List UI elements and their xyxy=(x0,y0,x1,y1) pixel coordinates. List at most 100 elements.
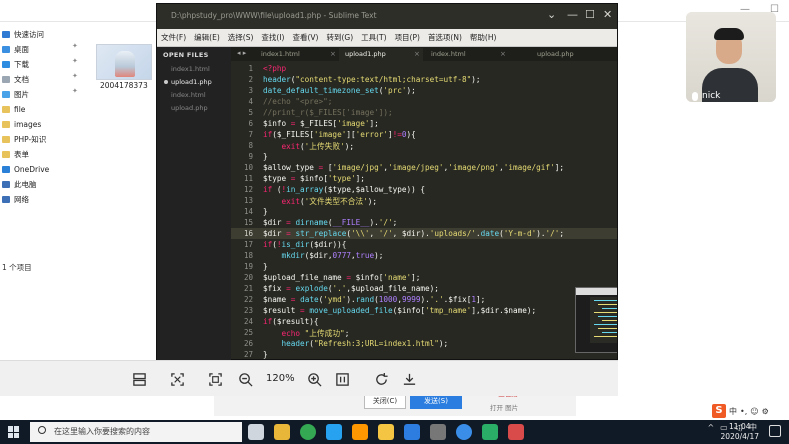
taskbar-app-app-icon[interactable] xyxy=(508,424,524,440)
nav-item[interactable]: 表单 xyxy=(2,147,29,161)
nav-item[interactable]: OneDrive xyxy=(2,162,49,176)
taskbar-app-sublime-icon[interactable] xyxy=(352,424,368,440)
tray-chevron-icon[interactable]: ^ xyxy=(707,423,714,432)
tab-index-html[interactable]: index.html xyxy=(425,48,509,61)
menu-item[interactable]: 转到(G) xyxy=(322,32,357,43)
taskbar-clock[interactable]: 11:04 2020/4/17 xyxy=(721,422,759,442)
line-number: 3 xyxy=(248,86,253,95)
nav-item[interactable]: 文档 xyxy=(2,72,29,86)
taskbar-app-task-view-icon[interactable] xyxy=(248,424,264,440)
folder-icon xyxy=(2,60,10,68)
line-number: 27 xyxy=(243,350,253,359)
gallery-icon[interactable] xyxy=(128,368,150,390)
close-icon[interactable]: × xyxy=(330,48,336,61)
nav-item[interactable]: file xyxy=(2,102,25,116)
taskbar-app-qq-icon[interactable] xyxy=(326,424,342,440)
menu-item[interactable]: 首选项(N) xyxy=(424,32,466,43)
taskbar-search-box[interactable]: 在这里输入你要搜索的内容 xyxy=(30,422,242,442)
tab-upload1-php[interactable]: upload1.php xyxy=(339,48,423,61)
menu-item[interactable]: 查看(V) xyxy=(288,32,322,43)
nav-item[interactable]: 快速访问 xyxy=(2,27,44,41)
code-line: exit('上传失败'); xyxy=(281,142,354,151)
code-line: date_default_timezone_set('prc'); xyxy=(263,86,416,95)
start-windows-icon[interactable] xyxy=(8,426,20,438)
taskbar-app-photos-icon[interactable] xyxy=(404,424,420,440)
zoom-out-icon[interactable] xyxy=(234,368,256,390)
menu-item[interactable]: 项目(P) xyxy=(391,32,424,43)
actual-size-icon[interactable] xyxy=(331,368,353,390)
nav-item[interactable]: 下载 xyxy=(2,57,29,71)
explorer-nav-pane: 快速访问 桌面 ✦ 下载 ✦ 文档 ✦ 图片 ✦ file images PHP-知识 表单 OneDri… xyxy=(0,24,92,274)
code-line: $info = $_FILES['image']; xyxy=(263,119,379,128)
code-line: if($_FILES['image']['error']!=0){ xyxy=(263,130,416,139)
nav-item-label: file xyxy=(14,104,26,114)
nav-item[interactable]: images xyxy=(2,117,41,131)
taskbar-app-media-icon[interactable] xyxy=(430,424,446,440)
minimize-icon[interactable]: — xyxy=(567,8,578,21)
image-file-name[interactable]: 2004178373 xyxy=(100,81,148,90)
code-editor[interactable]: 1 2 3 4 5 6 7 8 9 10 11 12 13 14 15 16 17 18 19 20 21 22 23 24 2… xyxy=(231,61,617,359)
taskbar-app-folder-icon[interactable] xyxy=(378,424,394,440)
code-line: } xyxy=(263,262,268,271)
nav-item[interactable]: PHP-知识 xyxy=(2,132,46,146)
tab-upload-php[interactable]: upload.php xyxy=(531,48,601,61)
open-file-item[interactable]: index.html xyxy=(171,91,206,99)
fullscreen-icon[interactable] xyxy=(204,368,226,390)
line-number: 21 xyxy=(243,284,253,293)
menu-item[interactable]: 查找(I) xyxy=(257,32,288,43)
ime-toolbar[interactable]: S 中 •, ☺ ⚙ xyxy=(712,404,769,418)
notification-center-icon[interactable] xyxy=(769,425,781,437)
line-number: 2 xyxy=(248,75,253,84)
zoom-in-icon[interactable] xyxy=(303,368,325,390)
line-number: 12 xyxy=(243,185,253,194)
nav-item[interactable]: 此电脑 xyxy=(2,177,37,191)
nav-item-label: 图片 xyxy=(14,89,29,99)
menu-item[interactable]: 文件(F) xyxy=(157,32,190,43)
menu-item[interactable]: 工具(T) xyxy=(357,32,390,43)
folder-icon xyxy=(2,120,10,128)
maximize-icon[interactable]: ☐ xyxy=(585,8,595,21)
close-icon[interactable]: × xyxy=(414,48,420,61)
nav-item[interactable]: 网络 xyxy=(2,192,29,206)
open-file-item[interactable]: upload1.php xyxy=(171,78,212,86)
tab-scroll-arrows-icon[interactable]: ◂ ▸ xyxy=(237,49,246,57)
line-number: 17 xyxy=(243,240,253,249)
image-file-thumbnail[interactable] xyxy=(96,44,152,80)
folder-icon xyxy=(2,150,10,158)
line-number: 9 xyxy=(248,152,253,161)
taskbar-app-wechat-icon[interactable] xyxy=(482,424,498,440)
taskbar-app-chrome-icon[interactable] xyxy=(300,424,316,440)
line-number: 20 xyxy=(243,273,253,282)
nav-item[interactable]: 桌面 xyxy=(2,42,29,56)
menu-item[interactable]: 编辑(E) xyxy=(190,32,224,43)
open-file-item[interactable]: upload.php xyxy=(171,104,208,112)
code-line: } xyxy=(263,207,268,216)
nav-item[interactable]: 图片 xyxy=(2,87,29,101)
fit-screen-icon[interactable] xyxy=(166,368,188,390)
sogou-ime-icon[interactable]: S xyxy=(712,404,726,418)
folder-icon xyxy=(2,105,10,113)
punctuation-icon[interactable]: •, xyxy=(740,407,747,416)
close-icon[interactable]: × xyxy=(500,48,506,61)
rotate-icon[interactable] xyxy=(370,368,392,390)
line-number: 15 xyxy=(243,218,253,227)
tab-index1-html[interactable]: index1.html xyxy=(255,48,339,61)
taskbar-app-meeting-icon[interactable] xyxy=(456,424,472,440)
tab-bar: ◂ ▸ index1.html × upload1.php × index.html × u… xyxy=(231,47,617,61)
nav-item-label: 下载 xyxy=(14,59,29,69)
taskbar-app-explorer-icon[interactable] xyxy=(274,424,290,440)
code-line: $name = date('ymd').rand(1000,9999).'.'.… xyxy=(263,295,486,304)
download-icon[interactable] xyxy=(398,368,420,390)
close-icon[interactable]: ✕ xyxy=(603,8,612,21)
screen-preview-thumbnail[interactable]: ✕ xyxy=(575,287,617,353)
settings-gear-icon[interactable]: ⚙ xyxy=(762,407,769,416)
ime-mode[interactable]: 中 xyxy=(729,406,737,417)
pin-icon: ✦ xyxy=(72,57,78,65)
open-file-item[interactable]: index1.html xyxy=(171,65,210,73)
code-line: if(!is_dir($dir)){ xyxy=(263,240,347,249)
menu-item[interactable]: 选择(S) xyxy=(224,32,258,43)
menu-item[interactable]: 帮助(H) xyxy=(466,32,501,43)
presenter-name-tag: nick xyxy=(692,90,720,102)
chevron-down-icon[interactable]: ⌄ xyxy=(547,8,556,21)
emoji-icon[interactable]: ☺ xyxy=(750,407,758,416)
